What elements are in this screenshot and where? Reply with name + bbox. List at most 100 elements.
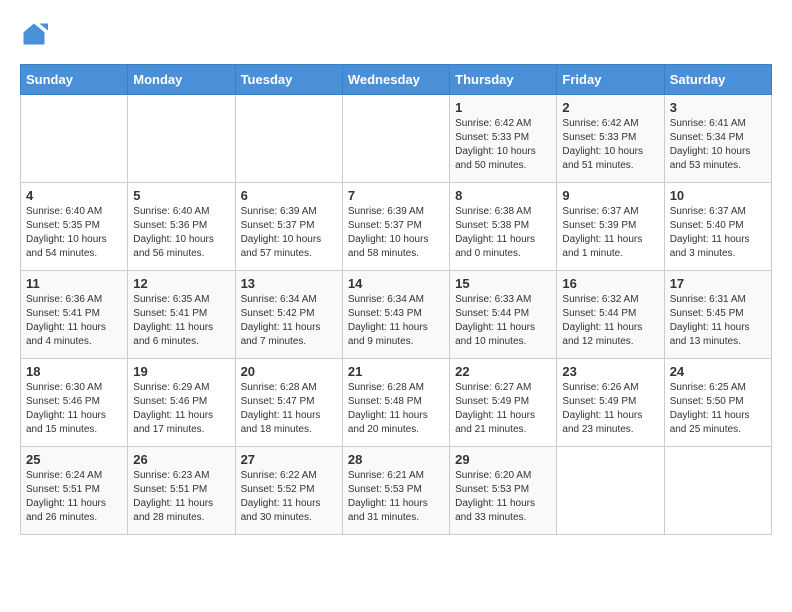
day-info: Sunrise: 6:30 AM Sunset: 5:46 PM Dayligh… [26, 381, 122, 437]
day-info: Sunrise: 6:40 AM Sunset: 5:36 PM Dayligh… [133, 205, 229, 261]
day-number: 23 [562, 364, 658, 379]
day-info: Sunrise: 6:34 AM Sunset: 5:42 PM Dayligh… [241, 293, 337, 349]
calendar-week-row: 1 Sunrise: 6:42 AM Sunset: 5:33 PM Daylig… [21, 95, 772, 183]
day-info: Sunrise: 6:34 AM Sunset: 5:43 PM Dayligh… [348, 293, 444, 349]
day-info: Sunrise: 6:42 AM Sunset: 5:33 PM Dayligh… [455, 117, 551, 173]
calendar-cell [128, 95, 235, 183]
calendar-cell [557, 447, 664, 535]
weekday-header: Wednesday [342, 65, 449, 95]
weekday-header: Friday [557, 65, 664, 95]
calendar-week-row: 18 Sunrise: 6:30 AM Sunset: 5:46 PM Dayli… [21, 359, 772, 447]
calendar-cell: 5 Sunrise: 6:40 AM Sunset: 5:36 PM Daylig… [128, 183, 235, 271]
day-info: Sunrise: 6:37 AM Sunset: 5:39 PM Dayligh… [562, 205, 658, 261]
day-number: 5 [133, 188, 229, 203]
day-info: Sunrise: 6:31 AM Sunset: 5:45 PM Dayligh… [670, 293, 766, 349]
day-number: 24 [670, 364, 766, 379]
day-number: 28 [348, 452, 444, 467]
calendar-week-row: 4 Sunrise: 6:40 AM Sunset: 5:35 PM Daylig… [21, 183, 772, 271]
day-info: Sunrise: 6:28 AM Sunset: 5:48 PM Dayligh… [348, 381, 444, 437]
day-info: Sunrise: 6:25 AM Sunset: 5:50 PM Dayligh… [670, 381, 766, 437]
weekday-header: Monday [128, 65, 235, 95]
logo [20, 20, 52, 48]
calendar-cell: 4 Sunrise: 6:40 AM Sunset: 5:35 PM Daylig… [21, 183, 128, 271]
day-info: Sunrise: 6:32 AM Sunset: 5:44 PM Dayligh… [562, 293, 658, 349]
calendar-cell: 9 Sunrise: 6:37 AM Sunset: 5:39 PM Daylig… [557, 183, 664, 271]
calendar-cell: 26 Sunrise: 6:23 AM Sunset: 5:51 PM Dayli… [128, 447, 235, 535]
day-number: 11 [26, 276, 122, 291]
calendar-cell: 1 Sunrise: 6:42 AM Sunset: 5:33 PM Daylig… [450, 95, 557, 183]
day-info: Sunrise: 6:38 AM Sunset: 5:38 PM Dayligh… [455, 205, 551, 261]
day-number: 7 [348, 188, 444, 203]
day-number: 14 [348, 276, 444, 291]
day-info: Sunrise: 6:39 AM Sunset: 5:37 PM Dayligh… [348, 205, 444, 261]
calendar-cell: 7 Sunrise: 6:39 AM Sunset: 5:37 PM Daylig… [342, 183, 449, 271]
calendar-cell [21, 95, 128, 183]
day-info: Sunrise: 6:26 AM Sunset: 5:49 PM Dayligh… [562, 381, 658, 437]
calendar-cell: 6 Sunrise: 6:39 AM Sunset: 5:37 PM Daylig… [235, 183, 342, 271]
day-number: 8 [455, 188, 551, 203]
day-number: 27 [241, 452, 337, 467]
day-number: 4 [26, 188, 122, 203]
calendar-cell: 29 Sunrise: 6:20 AM Sunset: 5:53 PM Dayli… [450, 447, 557, 535]
calendar-cell: 21 Sunrise: 6:28 AM Sunset: 5:48 PM Dayli… [342, 359, 449, 447]
day-number: 13 [241, 276, 337, 291]
calendar-cell: 15 Sunrise: 6:33 AM Sunset: 5:44 PM Dayli… [450, 271, 557, 359]
day-number: 22 [455, 364, 551, 379]
day-info: Sunrise: 6:23 AM Sunset: 5:51 PM Dayligh… [133, 469, 229, 525]
calendar-cell: 11 Sunrise: 6:36 AM Sunset: 5:41 PM Dayli… [21, 271, 128, 359]
day-number: 1 [455, 100, 551, 115]
calendar-cell: 28Sunrise: 6:21 AM Sunset: 5:53 PM Dayli… [342, 447, 449, 535]
calendar-cell: 19 Sunrise: 6:29 AM Sunset: 5:46 PM Dayli… [128, 359, 235, 447]
weekday-header: Tuesday [235, 65, 342, 95]
day-number: 21 [348, 364, 444, 379]
calendar-week-row: 25 Sunrise: 6:24 AM Sunset: 5:51 PM Dayli… [21, 447, 772, 535]
calendar-week-row: 11 Sunrise: 6:36 AM Sunset: 5:41 PM Dayli… [21, 271, 772, 359]
day-info: Sunrise: 6:29 AM Sunset: 5:46 PM Dayligh… [133, 381, 229, 437]
calendar-cell: 20 Sunrise: 6:28 AM Sunset: 5:47 PM Dayli… [235, 359, 342, 447]
day-info: Sunrise: 6:36 AM Sunset: 5:41 PM Dayligh… [26, 293, 122, 349]
weekday-header: Saturday [664, 65, 771, 95]
calendar-cell: 25 Sunrise: 6:24 AM Sunset: 5:51 PM Dayli… [21, 447, 128, 535]
day-number: 17 [670, 276, 766, 291]
day-number: 6 [241, 188, 337, 203]
calendar-cell [342, 95, 449, 183]
calendar-table: SundayMondayTuesdayWednesdayThursdayFrid… [20, 64, 772, 535]
calendar-cell: 22 Sunrise: 6:27 AM Sunset: 5:49 PM Dayli… [450, 359, 557, 447]
day-number: 29 [455, 452, 551, 467]
day-number: 15 [455, 276, 551, 291]
day-number: 2 [562, 100, 658, 115]
day-number: 3 [670, 100, 766, 115]
calendar-cell: 3 Sunrise: 6:41 AM Sunset: 5:34 PM Daylig… [664, 95, 771, 183]
weekday-header: Sunday [21, 65, 128, 95]
logo-icon [20, 20, 48, 48]
day-info: Sunrise: 6:41 AM Sunset: 5:34 PM Dayligh… [670, 117, 766, 173]
calendar-cell: 13 Sunrise: 6:34 AM Sunset: 5:42 PM Dayli… [235, 271, 342, 359]
day-number: 26 [133, 452, 229, 467]
calendar-cell: 24 Sunrise: 6:25 AM Sunset: 5:50 PM Dayli… [664, 359, 771, 447]
calendar-body: 1 Sunrise: 6:42 AM Sunset: 5:33 PM Daylig… [21, 95, 772, 535]
day-number: 12 [133, 276, 229, 291]
day-info: Sunrise: 6:39 AM Sunset: 5:37 PM Dayligh… [241, 205, 337, 261]
day-number: 18 [26, 364, 122, 379]
day-number: 19 [133, 364, 229, 379]
day-info: Sunrise: 6:35 AM Sunset: 5:41 PM Dayligh… [133, 293, 229, 349]
calendar-cell [235, 95, 342, 183]
day-info: Sunrise: 6:28 AM Sunset: 5:47 PM Dayligh… [241, 381, 337, 437]
day-info: Sunrise: 6:24 AM Sunset: 5:51 PM Dayligh… [26, 469, 122, 525]
day-info: Sunrise: 6:40 AM Sunset: 5:35 PM Dayligh… [26, 205, 122, 261]
day-number: 9 [562, 188, 658, 203]
calendar-cell: 10 Sunrise: 6:37 AM Sunset: 5:40 PM Dayli… [664, 183, 771, 271]
calendar-cell: 27Sunrise: 6:22 AM Sunset: 5:52 PM Dayli… [235, 447, 342, 535]
day-info: Sunrise: 6:37 AM Sunset: 5:40 PM Dayligh… [670, 205, 766, 261]
day-number: 25 [26, 452, 122, 467]
day-number: 10 [670, 188, 766, 203]
calendar-cell: 8 Sunrise: 6:38 AM Sunset: 5:38 PM Daylig… [450, 183, 557, 271]
day-number: 20 [241, 364, 337, 379]
day-info: Sunrise: 6:27 AM Sunset: 5:49 PM Dayligh… [455, 381, 551, 437]
day-number: 16 [562, 276, 658, 291]
day-info: Sunrise: 6:20 AM Sunset: 5:53 PM Dayligh… [455, 469, 551, 525]
day-info: Sunrise: 6:42 AM Sunset: 5:33 PM Dayligh… [562, 117, 658, 173]
calendar-cell: 17 Sunrise: 6:31 AM Sunset: 5:45 PM Dayli… [664, 271, 771, 359]
day-info: Sunrise: 6:33 AM Sunset: 5:44 PM Dayligh… [455, 293, 551, 349]
calendar-cell [664, 447, 771, 535]
